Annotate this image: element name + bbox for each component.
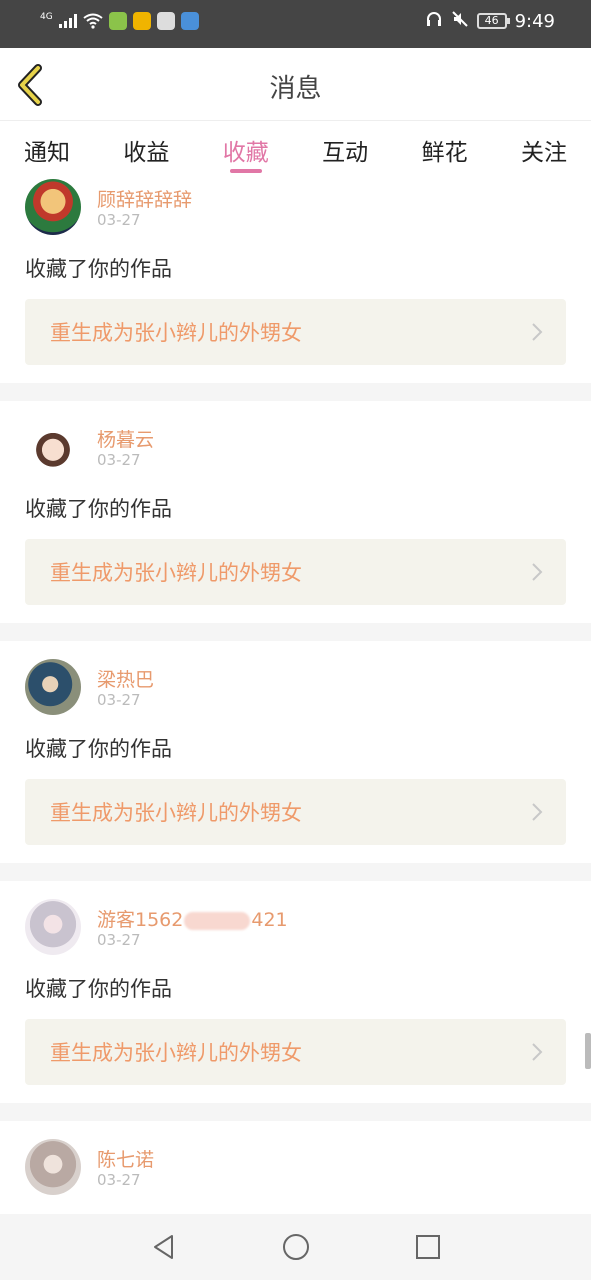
message-text: 收藏了你的作品 [25,737,172,761]
work-link[interactable]: 重生成为张小辫儿的外甥女 [25,299,566,365]
avatar[interactable] [25,1139,81,1195]
username[interactable]: 顾辞辞辞辞 [97,185,192,212]
message-date: 03-27 [97,451,141,469]
nav-home-button[interactable] [274,1225,318,1269]
scrollbar[interactable] [585,1033,591,1069]
tab-label: 鲜花 [421,140,468,166]
work-title: 重生成为张小辫儿的外甥女 [50,1041,302,1065]
nav-back-icon [153,1235,173,1259]
avatar[interactable] [25,659,81,715]
system-nav-bar [0,1214,591,1280]
tab-label: 关注 [520,140,567,166]
message-text: 收藏了你的作品 [25,257,172,281]
avatar[interactable] [25,419,81,475]
nav-recents-icon [415,1235,440,1259]
list-item: 杨暮云 03-27 收藏了你的作品 重生成为张小辫儿的外甥女 [0,401,591,641]
nav-recents-button[interactable] [406,1225,450,1269]
app-header: 消息 [0,48,591,121]
work-link[interactable]: 重生成为张小辫儿的外甥女 [25,779,566,845]
signal-icon [58,14,77,28]
app-notification-icon [132,12,151,30]
status-bar: 4G 46 9:49 [0,0,591,48]
tab-label: 互动 [322,140,369,166]
app-notification-icon [156,12,175,30]
tab-bar: 通知 收益 收藏 互动 鲜花 关注 [0,121,591,173]
message-date: 03-27 [97,691,141,709]
tab-interactions[interactable]: 互动 [322,121,368,173]
app-notification-icon [180,12,199,30]
message-date: 03-27 [97,931,141,949]
divider [0,383,591,401]
divider [0,623,591,641]
message-header: 陈七诺 03-27 [25,1133,566,1197]
status-left: 4G [40,12,199,30]
username[interactable]: 梁热巴 [97,665,154,692]
username[interactable]: 游客1562 421 [97,905,288,932]
message-header: 梁热巴 03-27 [25,653,566,717]
status-right: 46 9:49 [425,10,555,32]
message-date: 03-27 [97,211,141,229]
work-title: 重生成为张小辫儿的外甥女 [50,801,302,825]
headset-icon [425,10,443,32]
list-item: 陈七诺 03-27 [0,1121,591,1197]
tab-flowers[interactable]: 鲜花 [422,121,468,173]
nav-back-button[interactable] [142,1225,186,1269]
battery-icon: 46 [476,13,510,29]
tab-label: 收藏 [222,140,269,166]
work-title: 重生成为张小辫儿的外甥女 [50,561,302,585]
list-item: 游客1562 421 03-27 收藏了你的作品 重生成为张小辫儿的外甥女 [0,881,591,1121]
username[interactable]: 杨暮云 [97,425,154,452]
message-header: 杨暮云 03-27 [25,413,566,477]
list-item: 顾辞辞辞辞 03-27 收藏了你的作品 重生成为张小辫儿的外甥女 [0,173,591,401]
list-item: 梁热巴 03-27 收藏了你的作品 重生成为张小辫儿的外甥女 [0,641,591,881]
message-list: 顾辞辞辞辞 03-27 收藏了你的作品 重生成为张小辫儿的外甥女 杨暮云 03-… [0,173,591,1197]
mute-icon [451,10,469,32]
network-label: 4G [40,11,53,22]
redaction-blur [184,911,251,930]
username[interactable]: 陈七诺 [97,1145,154,1172]
work-title: 重生成为张小辫儿的外甥女 [50,321,302,345]
clock: 9:49 [514,10,555,32]
chevron-right-icon [532,323,543,341]
tab-follows[interactable]: 关注 [521,121,567,173]
divider [0,1103,591,1121]
wifi-icon [83,13,103,29]
chevron-right-icon [532,563,543,581]
tab-favorites[interactable]: 收藏 [223,121,269,173]
tab-label: 通知 [24,140,70,166]
message-date: 03-27 [97,1171,141,1189]
avatar[interactable] [25,179,81,235]
page-title: 消息 [269,74,322,104]
message-header: 游客1562 421 03-27 [25,893,566,957]
tab-earnings[interactable]: 收益 [123,121,169,173]
tab-label: 收益 [123,140,170,166]
tab-notifications[interactable]: 通知 [24,121,70,173]
nav-home-icon [282,1234,309,1260]
message-text: 收藏了你的作品 [25,497,172,521]
app-notification-icon [108,12,127,30]
message-header: 顾辞辞辞辞 03-27 [25,173,566,237]
work-link[interactable]: 重生成为张小辫儿的外甥女 [25,539,566,605]
message-text: 收藏了你的作品 [25,977,172,1001]
username-suffix: 421 [251,909,288,931]
work-link[interactable]: 重生成为张小辫儿的外甥女 [25,1019,566,1085]
divider [0,863,591,881]
chevron-right-icon [532,1043,543,1061]
chevron-right-icon [532,803,543,821]
username-prefix: 游客1562 [97,909,184,931]
avatar[interactable] [25,899,81,955]
